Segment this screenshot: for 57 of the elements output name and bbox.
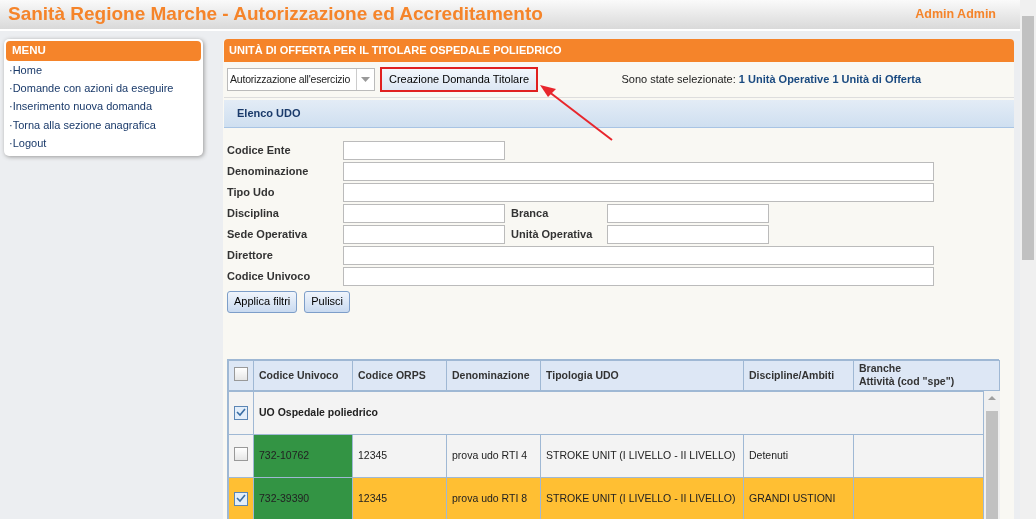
selection-summary: Sono state selezionate: 1 Unità Operative 1 Unità di Offerta [621, 73, 921, 87]
panel-title: UNITÀ DI OFFERTA PER IL TITOLARE OSPEDALE POLIEDRICO [224, 39, 1014, 63]
menu-title: MENU [6, 41, 201, 61]
table-cell: STROKE UNIT (I LIVELLO - II LIVELLO) [546, 492, 736, 505]
apply-filters-button[interactable]: Applica filtri [227, 291, 298, 313]
field-label: Direttore [227, 249, 274, 263]
user-name: Admin Admin [915, 7, 996, 22]
type-dropdown[interactable]: Autorizzazione all'esercizio [227, 68, 375, 92]
field-label: Branca [511, 207, 550, 221]
create-application-button[interactable]: Creazione Domanda Titolare [380, 67, 539, 93]
menu-link[interactable]: ·Logout [6, 134, 201, 153]
table-cell: 12345 [358, 492, 388, 505]
section-title: Elenco UDO [224, 100, 1014, 129]
input-field[interactable] [343, 246, 934, 266]
caret-icon [361, 77, 370, 83]
code-cell: 732-10762 [253, 434, 353, 478]
field-label: Codice Univoco [227, 270, 312, 284]
table-cell: prova udo RTI 4 [452, 449, 528, 462]
field-label: Codice Ente [227, 144, 292, 158]
column-header: Codice Univoco [253, 360, 353, 391]
table-cell: Detenuti [749, 449, 789, 462]
column-header: Discipline/Ambiti [743, 360, 854, 391]
app-title: Sanità Regione Marche - Autorizzazione ed Accreditamento [8, 3, 543, 26]
clear-button[interactable]: Pulisci [304, 291, 351, 313]
checkbox[interactable] [234, 366, 248, 381]
input-field[interactable] [607, 225, 769, 245]
input-field[interactable] [343, 225, 505, 245]
input-field[interactable] [343, 183, 934, 203]
table-cell: STROKE UNIT (I LIVELLO - II LIVELLO) [546, 449, 736, 462]
field-label: Sede Operativa [227, 228, 309, 242]
menu-link[interactable]: ·Home [6, 60, 201, 80]
menu-link[interactable]: ·Torna alla sezione anagrafica [6, 115, 201, 134]
field-label: Tipo Udo [227, 186, 276, 200]
table-cell: prova udo RTI 8 [452, 492, 528, 505]
column-header: Branche Attività (cod "spe") [853, 360, 1000, 391]
checkbox[interactable] [234, 405, 248, 420]
table-cell: GRANDI USTIONI [749, 492, 836, 505]
field-label: Denominazione [227, 165, 310, 179]
page-scrollbar[interactable] [1020, 0, 1036, 519]
field-label: Unità Operativa [511, 228, 594, 242]
table-scrollbar[interactable] [984, 390, 1000, 519]
column-header: Denominazione [446, 360, 541, 391]
menu-link[interactable]: ·Inserimento nuova domanda [6, 97, 201, 116]
input-field[interactable] [607, 204, 769, 224]
input-field[interactable] [343, 267, 934, 287]
column-header: Tipologia UDO [540, 360, 744, 391]
input-field[interactable] [343, 162, 934, 182]
code-cell: 732-39390 [253, 477, 353, 519]
menu-link[interactable]: ·Domande con azioni da eseguire [6, 79, 201, 98]
column-header: Codice ORPS [352, 360, 447, 391]
checkbox[interactable] [234, 447, 248, 462]
field-label: Disciplina [227, 207, 280, 221]
group-label: UO Ospedale poliedrico [259, 406, 379, 419]
table-cell: 12345 [358, 449, 388, 462]
input-field[interactable] [343, 141, 505, 161]
input-field[interactable] [343, 204, 505, 224]
checkbox[interactable] [234, 491, 248, 506]
